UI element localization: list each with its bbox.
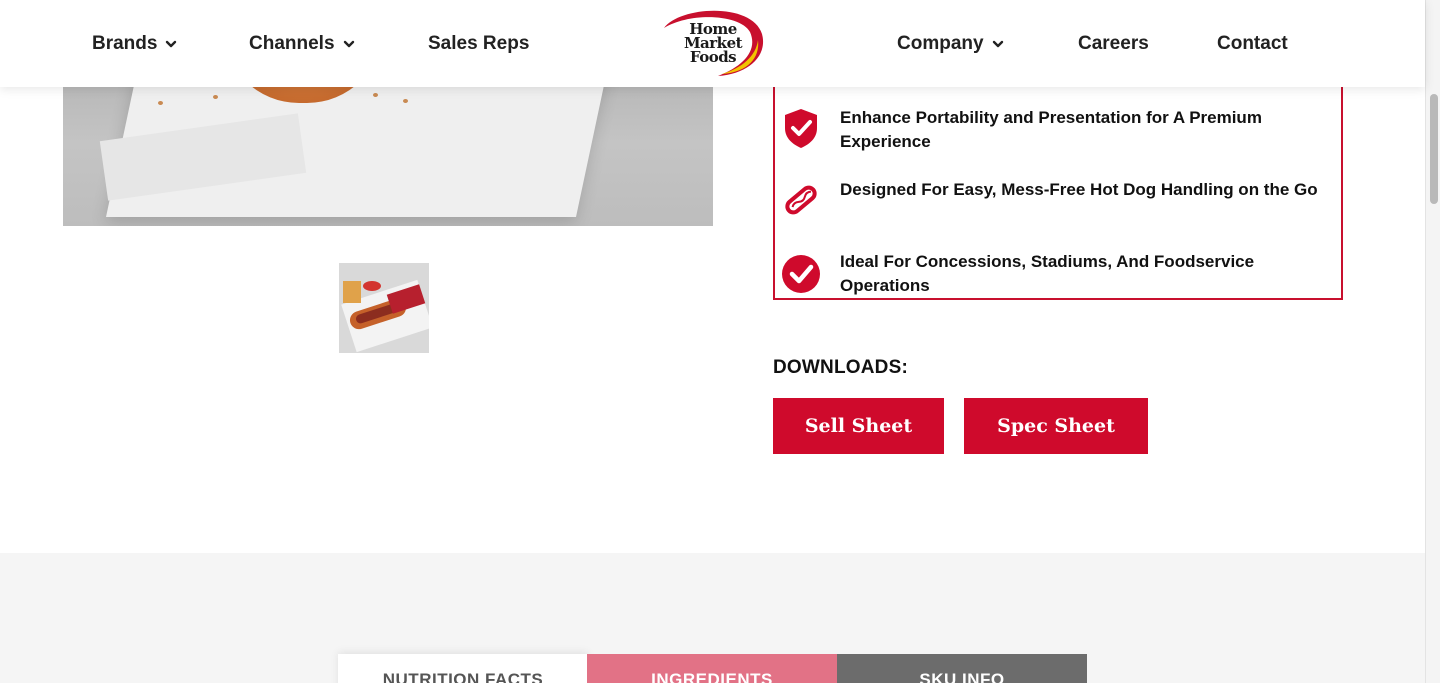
chevron-down-icon: [343, 40, 354, 47]
thumb-fries: [343, 281, 361, 303]
tab-ingredients[interactable]: INGREDIENTS: [587, 654, 837, 683]
home-market-foods-logo[interactable]: Home Market Foods: [660, 8, 766, 80]
feature-text: Enhance Portability and Presentation for…: [840, 108, 1262, 151]
tab-nutrition-facts[interactable]: NUTRITION FACTS: [338, 654, 588, 683]
nav-sales-reps[interactable]: Sales Reps: [428, 0, 529, 87]
logo-wordmark: Home Market Foods: [678, 22, 748, 66]
hot-dog-icon: [785, 185, 817, 215]
feature-item: Ideal For Concessions, Stadiums, And Foo…: [775, 250, 1341, 310]
shield-check-icon: [785, 109, 817, 148]
image-crumb: [403, 99, 408, 103]
page-scrollbar-thumb[interactable]: [1430, 94, 1438, 204]
product-main-image: [63, 87, 713, 226]
nav-company-label: Company: [897, 32, 984, 54]
site-header: Brands Channels Sales Reps Home Market F…: [0, 0, 1425, 87]
logo-line-3: Foods: [689, 48, 737, 66]
downloads-heading: DOWNLOADS:: [773, 357, 908, 378]
nav-channels-label: Channels: [249, 32, 335, 54]
nav-company[interactable]: Company: [897, 0, 1004, 87]
feature-item: Designed For Easy, Mess-Free Hot Dog Han…: [775, 178, 1341, 238]
features-box: Enhance Portability and Presentation for…: [773, 60, 1343, 300]
nav-brands-label: Brands: [92, 32, 158, 54]
tab-sku-info[interactable]: SKU INFO: [837, 654, 1087, 683]
image-crumb: [213, 95, 218, 99]
nav-careers[interactable]: Careers: [1078, 0, 1149, 87]
sell-sheet-button[interactable]: Sell Sheet: [773, 398, 944, 454]
thumb-ketchup-cup: [363, 281, 381, 291]
spec-sheet-button[interactable]: Spec Sheet: [964, 398, 1148, 454]
nav-contact-label: Contact: [1217, 32, 1288, 54]
nav-contact[interactable]: Contact: [1217, 0, 1288, 87]
nav-brands[interactable]: Brands: [92, 0, 177, 87]
nav-careers-label: Careers: [1078, 32, 1149, 54]
product-thumbnail[interactable]: [339, 263, 429, 353]
image-crumb: [158, 101, 163, 105]
nav-sales-reps-label: Sales Reps: [428, 32, 530, 54]
nav-channels[interactable]: Channels: [249, 0, 355, 87]
feature-text: Designed For Easy, Mess-Free Hot Dog Han…: [840, 180, 1318, 199]
chevron-down-icon: [992, 40, 1003, 47]
feature-item: Enhance Portability and Presentation for…: [775, 106, 1341, 166]
feature-text: Ideal For Concessions, Stadiums, And Foo…: [840, 252, 1255, 295]
image-crumb: [373, 93, 378, 97]
check-circle-icon: [782, 255, 820, 293]
chevron-down-icon: [166, 40, 177, 47]
